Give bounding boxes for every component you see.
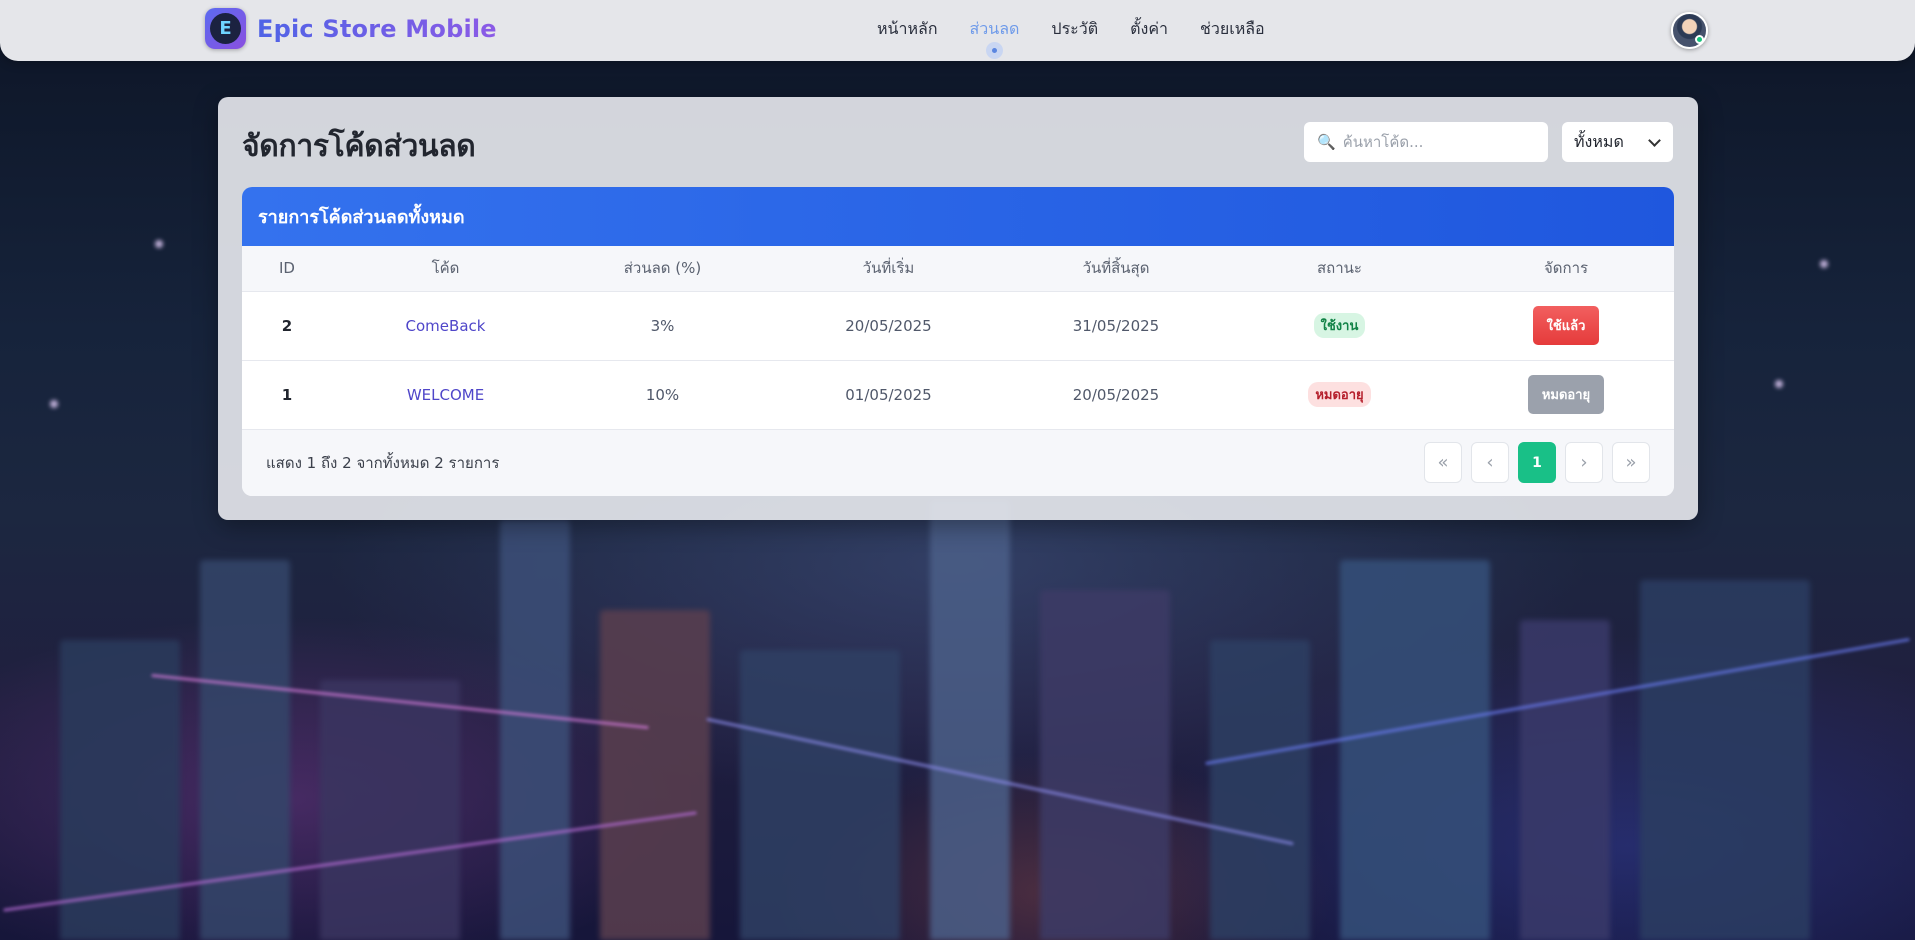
column-header-end: วันที่สิ้นสุด bbox=[1011, 246, 1221, 292]
pagination-info: แสดง 1 ถึง 2 จากทั้งหมด 2 รายการ bbox=[266, 454, 500, 472]
discount-table: ID โค้ด ส่วนลด (%) วันที่เริ่ม วันที่สิ้… bbox=[242, 246, 1674, 430]
first-page-button[interactable]: « bbox=[1424, 442, 1462, 483]
row-id: 2 bbox=[242, 291, 332, 361]
app-logo-icon: E bbox=[205, 8, 246, 49]
row-end-date: 31/05/2025 bbox=[1011, 291, 1221, 361]
status-filter-select[interactable]: ทั้งหมด bbox=[1562, 122, 1673, 162]
nav-discount-label: ส่วนลด bbox=[969, 19, 1020, 38]
next-page-button[interactable]: › bbox=[1565, 442, 1603, 483]
column-header-start: วันที่เริ่ม bbox=[766, 246, 1011, 292]
chevron-down-icon bbox=[1648, 134, 1661, 147]
row-discount: 3% bbox=[559, 291, 766, 361]
column-header-id: ID bbox=[242, 246, 332, 292]
prev-page-button[interactable]: ‹ bbox=[1471, 442, 1509, 483]
table-row: 1 WELCOME 10% 01/05/2025 20/05/2025 หมดอ… bbox=[242, 360, 1674, 430]
row-code: WELCOME bbox=[332, 360, 559, 430]
row-start-date: 01/05/2025 bbox=[766, 360, 1011, 430]
nav-discount[interactable]: ส่วนลด bbox=[969, 17, 1020, 59]
row-id: 1 bbox=[242, 360, 332, 430]
brand-name: Epic Store Mobile bbox=[257, 14, 497, 43]
logo-letter: E bbox=[210, 13, 241, 44]
nav-settings[interactable]: ตั้งค่า bbox=[1130, 17, 1168, 42]
page-title: จัดการโค้ดส่วนลด bbox=[242, 129, 476, 164]
search-icon: 🔍 bbox=[1317, 133, 1336, 151]
filter-selected-value: ทั้งหมด bbox=[1574, 131, 1624, 151]
online-status-icon bbox=[1695, 35, 1704, 44]
search-box[interactable]: 🔍 bbox=[1304, 122, 1548, 162]
active-indicator-icon bbox=[986, 42, 1004, 59]
nav-history[interactable]: ประวัติ bbox=[1051, 17, 1098, 42]
row-discount: 10% bbox=[559, 360, 766, 430]
column-header-code: โค้ด bbox=[332, 246, 559, 292]
status-badge: ใช้งาน bbox=[1313, 313, 1366, 338]
table-row: 2 ComeBack 3% 20/05/2025 31/05/2025 ใช้ง… bbox=[242, 291, 1674, 361]
row-action-cell: หมดอายุ bbox=[1458, 360, 1674, 430]
user-avatar[interactable] bbox=[1671, 12, 1708, 49]
table-header-row: ID โค้ด ส่วนลด (%) วันที่เริ่ม วันที่สิ้… bbox=[242, 246, 1674, 292]
nav-help[interactable]: ช่วยเหลือ bbox=[1200, 17, 1265, 42]
discount-table-card: รายการโค้ดส่วนลดทั้งหมด ID โค้ด ส่วนลด (… bbox=[242, 187, 1674, 496]
used-button[interactable]: ใช้แล้ว bbox=[1532, 306, 1600, 345]
expired-button[interactable]: หมดอายุ bbox=[1527, 375, 1605, 414]
top-navbar: E Epic Store Mobile หน้าหลัก ส่วนลด ประว… bbox=[0, 0, 1915, 61]
page-1-button[interactable]: 1 bbox=[1518, 442, 1556, 483]
nav-home[interactable]: หน้าหลัก bbox=[877, 17, 938, 42]
status-badge: หมดอายุ bbox=[1308, 382, 1371, 407]
row-status-cell: ใช้งาน bbox=[1221, 291, 1458, 361]
row-action-cell: ใช้แล้ว bbox=[1458, 291, 1674, 361]
column-header-discount: ส่วนลด (%) bbox=[559, 246, 766, 292]
column-header-actions: จัดการ bbox=[1458, 246, 1674, 292]
row-end-date: 20/05/2025 bbox=[1011, 360, 1221, 430]
main-nav: หน้าหลัก ส่วนลด ประวัติ ตั้งค่า ช่วยเหลื… bbox=[877, 17, 1297, 59]
table-footer: แสดง 1 ถึง 2 จากทั้งหมด 2 รายการ « ‹ 1 ›… bbox=[242, 430, 1674, 496]
column-header-status: สถานะ bbox=[1221, 246, 1458, 292]
last-page-button[interactable]: » bbox=[1612, 442, 1650, 483]
row-start-date: 20/05/2025 bbox=[766, 291, 1011, 361]
pagination: « ‹ 1 › » bbox=[1415, 442, 1650, 483]
brand[interactable]: E Epic Store Mobile bbox=[205, 8, 497, 49]
row-status-cell: หมดอายุ bbox=[1221, 360, 1458, 430]
discount-panel: จัดการโค้ดส่วนลด 🔍 ทั้งหมด รายการโค้ดส่ว… bbox=[218, 97, 1698, 520]
table-header-title: รายการโค้ดส่วนลดทั้งหมด bbox=[242, 187, 1674, 246]
search-input[interactable] bbox=[1342, 133, 1543, 151]
row-code: ComeBack bbox=[332, 291, 559, 361]
